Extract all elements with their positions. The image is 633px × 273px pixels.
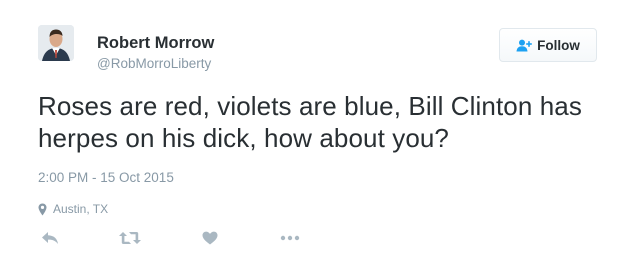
reply-icon [42,232,58,244]
avatar[interactable] [38,25,74,61]
tweet-text: Roses are red, violets are blue, Bill Cl… [38,91,582,153]
reply-button[interactable] [38,227,62,249]
location-pin-icon [38,203,47,215]
tweet-card: Robert Morrow @RobMorroLiberty Follow Ro… [0,0,633,273]
retweet-button[interactable] [118,227,142,249]
follow-user-icon [516,39,532,51]
retweet-icon [119,232,141,244]
user-name[interactable]: Robert Morrow [97,33,214,53]
like-button[interactable] [198,227,222,249]
like-icon [202,231,218,245]
tweet-timestamp[interactable]: 2:00 PM - 15 Oct 2015 [38,169,174,187]
user-handle[interactable]: @RobMorroLiberty [97,55,211,73]
more-button[interactable] [278,227,302,249]
follow-button-label: Follow [537,37,580,53]
location-text: Austin, TX [53,202,109,216]
more-icon [280,235,300,241]
follow-button[interactable]: Follow [499,28,597,62]
tweet-location[interactable]: Austin, TX [38,201,108,217]
avatar-image [38,25,74,61]
